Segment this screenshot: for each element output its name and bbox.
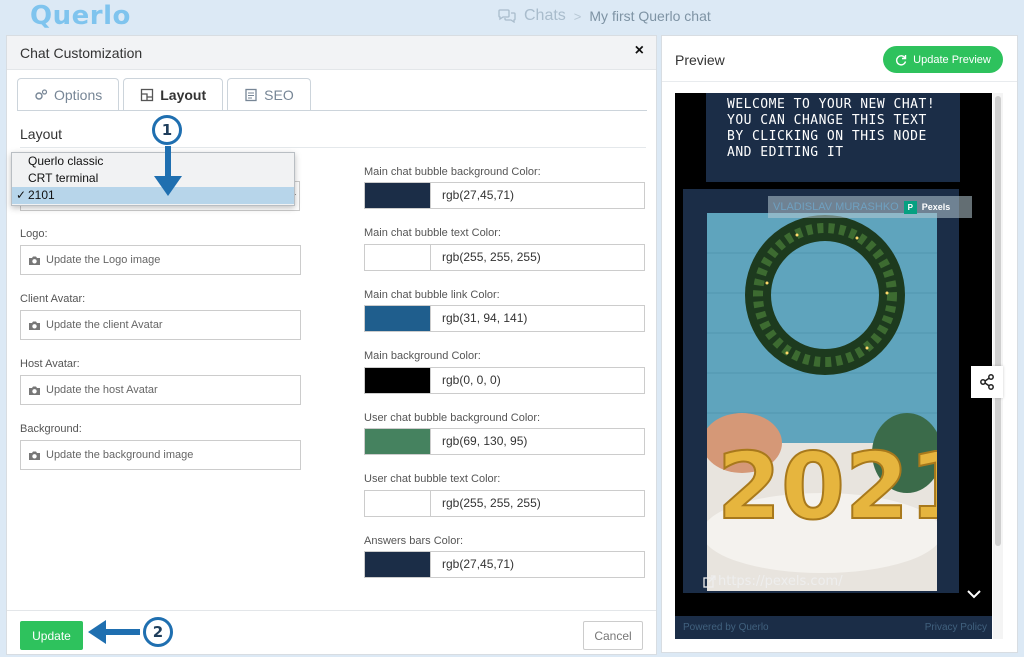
pexels-icon: P xyxy=(903,200,917,214)
tab-layout[interactable]: Layout xyxy=(123,78,224,111)
color-swatch[interactable] xyxy=(365,491,431,516)
host-avatar-upload-button[interactable]: Update the host Avatar xyxy=(20,375,301,405)
chevron-down-icon xyxy=(967,589,981,598)
tab-bar: Options Layout SEO xyxy=(17,78,311,111)
host-avatar-label: Host Avatar: xyxy=(20,358,80,370)
color-label: User chat bubble background Color: xyxy=(364,412,541,424)
section-title: Layout xyxy=(20,126,63,142)
user-bubble-text-color-input[interactable]: rgb(255, 255, 255) xyxy=(364,490,645,517)
preview-panel: Preview Update Preview WELCOME TO YOUR N… xyxy=(661,35,1018,653)
powered-by-link[interactable]: Powered by Querlo xyxy=(683,622,769,633)
color-label: Answers bars Color: xyxy=(364,535,464,547)
layout-icon xyxy=(141,88,154,102)
breadcrumb-chats[interactable]: Chats xyxy=(524,7,566,25)
arrow-down-icon xyxy=(154,146,182,196)
image-link[interactable]: https://pexels.com/ xyxy=(703,574,843,589)
share-button[interactable] xyxy=(971,366,1003,398)
preview-header: Preview Update Preview xyxy=(662,36,1017,82)
cancel-button[interactable]: Cancel xyxy=(583,621,643,650)
step-2-badge: 2 xyxy=(143,617,173,647)
color-label: User chat bubble text Color: xyxy=(364,473,501,485)
refresh-icon xyxy=(896,54,907,65)
tab-label: SEO xyxy=(264,87,294,103)
main-bubble-link-color-input[interactable]: rgb(31, 94, 141) xyxy=(364,305,645,332)
background-upload-button[interactable]: Update the background image xyxy=(20,440,301,470)
breadcrumb: Chats > My first Querlo chat xyxy=(498,7,711,25)
tab-options[interactable]: Options xyxy=(17,78,120,111)
tab-label: Layout xyxy=(160,87,207,103)
step-1-badge: 1 xyxy=(152,115,182,145)
chat-bubbles-icon xyxy=(498,9,516,23)
breadcrumb-current: My first Querlo chat xyxy=(589,8,711,24)
user-bubble-bg-color-input[interactable]: rgb(69, 130, 95) xyxy=(364,428,645,455)
camera-icon xyxy=(29,256,40,265)
chat-bubble-text[interactable]: WELCOME TO YOUR NEW CHAT! YOU CAN CHANGE… xyxy=(706,93,960,182)
color-swatch[interactable] xyxy=(365,368,431,393)
chat-image[interactable]: 2021 xyxy=(707,213,937,591)
main-bubble-text-color-input[interactable]: rgb(255, 255, 255) xyxy=(364,244,645,271)
logo-label: Logo: xyxy=(20,228,48,240)
section-divider xyxy=(20,147,646,148)
close-icon[interactable]: × xyxy=(635,42,644,60)
photo-credit[interactable]: VLADISLAV MURASHKO P Pexels xyxy=(768,196,972,218)
color-swatch[interactable] xyxy=(365,306,431,331)
chat-footer: Powered by Querlo Privacy Policy xyxy=(675,616,992,639)
chat-preview-frame: WELCOME TO YOUR NEW CHAT! YOU CAN CHANGE… xyxy=(675,93,992,639)
arrow-left-icon xyxy=(88,620,140,644)
color-label: Main chat bubble link Color: xyxy=(364,289,500,301)
preview-scrollbar-thumb[interactable] xyxy=(995,96,1001,546)
main-bubble-bg-color-input[interactable]: rgb(27,45,71) xyxy=(364,182,645,209)
update-preview-button[interactable]: Update Preview xyxy=(883,46,1003,73)
wreath-balloons-photo: 2021 xyxy=(707,213,937,591)
tabs-divider xyxy=(17,110,647,111)
camera-icon xyxy=(29,386,40,395)
answers-bars-color-input[interactable]: rgb(27,45,71) xyxy=(364,551,645,578)
querlo-logo[interactable]: Querlo xyxy=(30,1,131,31)
privacy-policy-link[interactable]: Privacy Policy xyxy=(925,622,987,633)
external-link-icon xyxy=(703,575,716,588)
camera-icon xyxy=(29,451,40,460)
document-icon xyxy=(245,88,257,102)
client-avatar-label: Client Avatar: xyxy=(20,293,86,305)
camera-icon xyxy=(29,321,40,330)
color-label: Main chat bubble background Color: xyxy=(364,166,541,178)
chat-customization-modal: Chat Customization × Options Layout SEO xyxy=(6,35,657,655)
logo-upload-button[interactable]: Update the Logo image xyxy=(20,245,301,275)
share-icon xyxy=(980,374,994,390)
modal-header: Chat Customization × xyxy=(7,36,656,70)
color-swatch[interactable] xyxy=(365,429,431,454)
modal-title: Chat Customization xyxy=(20,45,143,61)
gears-icon xyxy=(35,89,48,100)
main-background-color-input[interactable]: rgb(0, 0, 0) xyxy=(364,367,645,394)
tab-label: Options xyxy=(54,87,103,103)
preview-title: Preview xyxy=(675,52,725,68)
color-swatch[interactable] xyxy=(365,245,431,270)
check-icon: ✓ xyxy=(16,188,27,202)
color-label: Main chat bubble text Color: xyxy=(364,227,501,239)
client-avatar-upload-button[interactable]: Update the client Avatar xyxy=(20,310,301,340)
chat-image-card: 2021 VLADISLAV MURASHKO P Pexels xyxy=(683,189,972,593)
color-swatch[interactable] xyxy=(365,183,431,208)
tab-seo[interactable]: SEO xyxy=(227,78,311,111)
background-label: Background: xyxy=(20,423,82,435)
update-button[interactable]: Update xyxy=(20,621,83,650)
color-swatch[interactable] xyxy=(365,552,431,577)
color-label: Main background Color: xyxy=(364,350,481,362)
breadcrumb-separator-icon: > xyxy=(573,8,582,24)
balloon-text: 2021 xyxy=(717,433,937,540)
top-bar: Querlo Chats > My first Querlo chat xyxy=(0,0,1024,32)
scroll-down-button[interactable] xyxy=(961,581,987,607)
